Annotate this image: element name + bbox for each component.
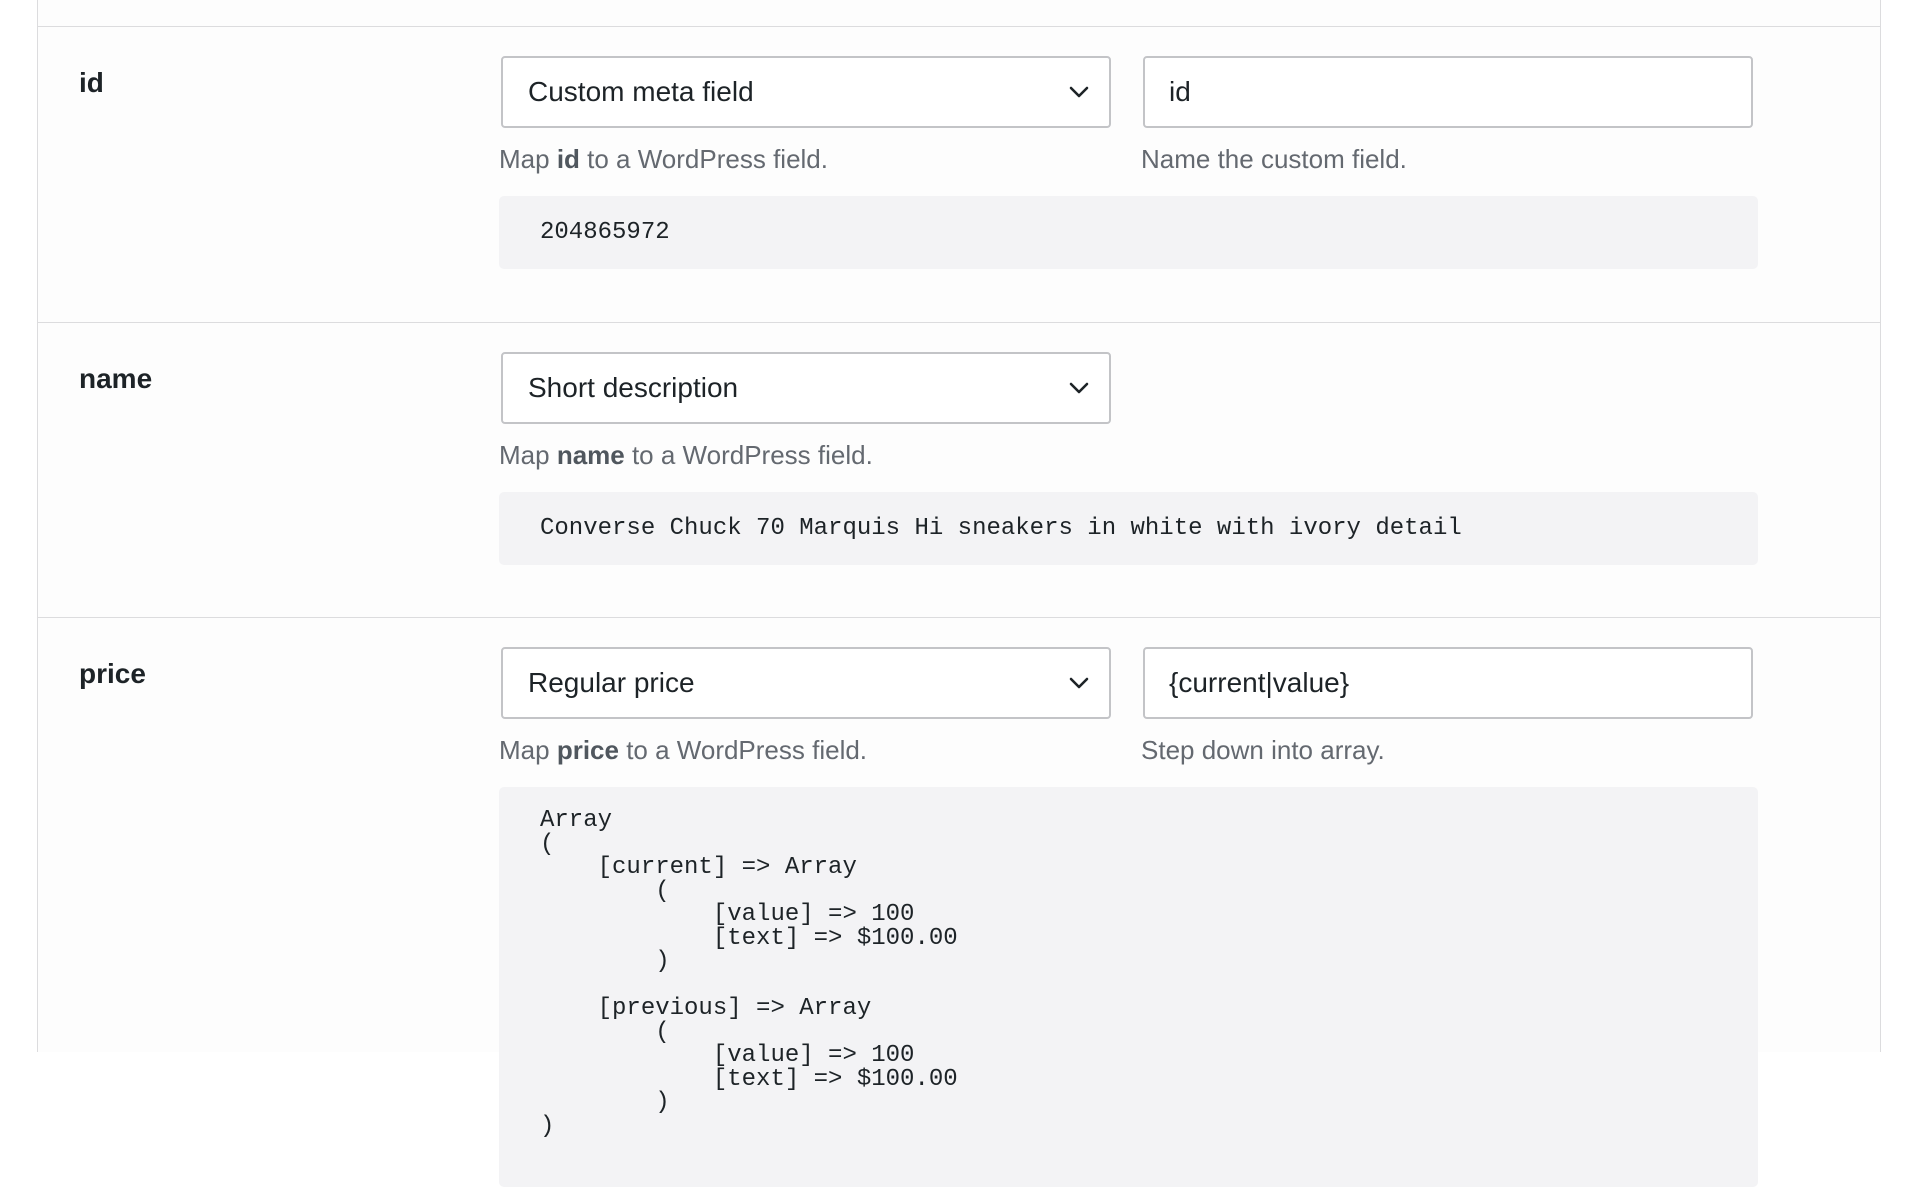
select-value: Short description <box>528 372 739 403</box>
wordpress-field-select[interactable]: Short description <box>501 352 1111 424</box>
chevron-down-icon <box>1069 382 1089 394</box>
help-field-name: name <box>556 440 625 470</box>
value-preview: Converse Chuck 70 Marquis Hi sneakers in… <box>499 492 1758 565</box>
wordpress-field-select[interactable]: Custom meta field <box>501 56 1111 128</box>
help-field-name: id <box>556 144 580 174</box>
help-prefix: Map <box>499 735 557 765</box>
field-label: id <box>79 67 104 98</box>
value-preview: Array ( [current] => Array ( [value] => … <box>499 787 1758 1187</box>
chevron-down-icon <box>1069 677 1089 689</box>
help-suffix: to a WordPress field. <box>579 144 828 174</box>
chevron-down-icon <box>1069 86 1089 98</box>
select-value: Regular price <box>528 667 695 698</box>
input-value: {current|value} <box>1169 667 1350 698</box>
wordpress-field-select[interactable]: Regular price <box>501 647 1111 719</box>
help-field-name: price <box>556 735 619 765</box>
help-suffix: to a WordPress field. <box>624 440 873 470</box>
help-prefix: Map <box>499 440 557 470</box>
field-mapping-panel: id Custom meta field id Map id to a Word… <box>37 0 1881 1187</box>
custom-field-name-input[interactable]: id <box>1143 56 1753 128</box>
field-row-name: name Short description Map name to a Wor… <box>38 322 1880 617</box>
field-label: price <box>79 658 146 689</box>
select-value: Custom meta field <box>528 76 754 107</box>
field-row-id: id Custom meta field id Map id to a Word… <box>38 26 1880 322</box>
field-row-price: price Regular price {current|value} Map … <box>38 617 1880 1187</box>
value-preview: 204865972 <box>499 196 1758 269</box>
field-label: name <box>79 363 153 394</box>
help-prefix: Map <box>499 144 557 174</box>
custom-field-help: Name the custom field. <box>1141 144 1407 174</box>
array-path-input[interactable]: {current|value} <box>1143 647 1753 719</box>
map-field-help: Map price to a WordPress field. <box>499 735 867 766</box>
map-field-help: Map name to a WordPress field. <box>499 440 873 471</box>
map-field-help: Map id to a WordPress field. <box>499 144 828 175</box>
array-path-help: Step down into array. <box>1141 735 1385 765</box>
input-value: id <box>1169 76 1191 107</box>
help-suffix: to a WordPress field. <box>618 735 868 765</box>
